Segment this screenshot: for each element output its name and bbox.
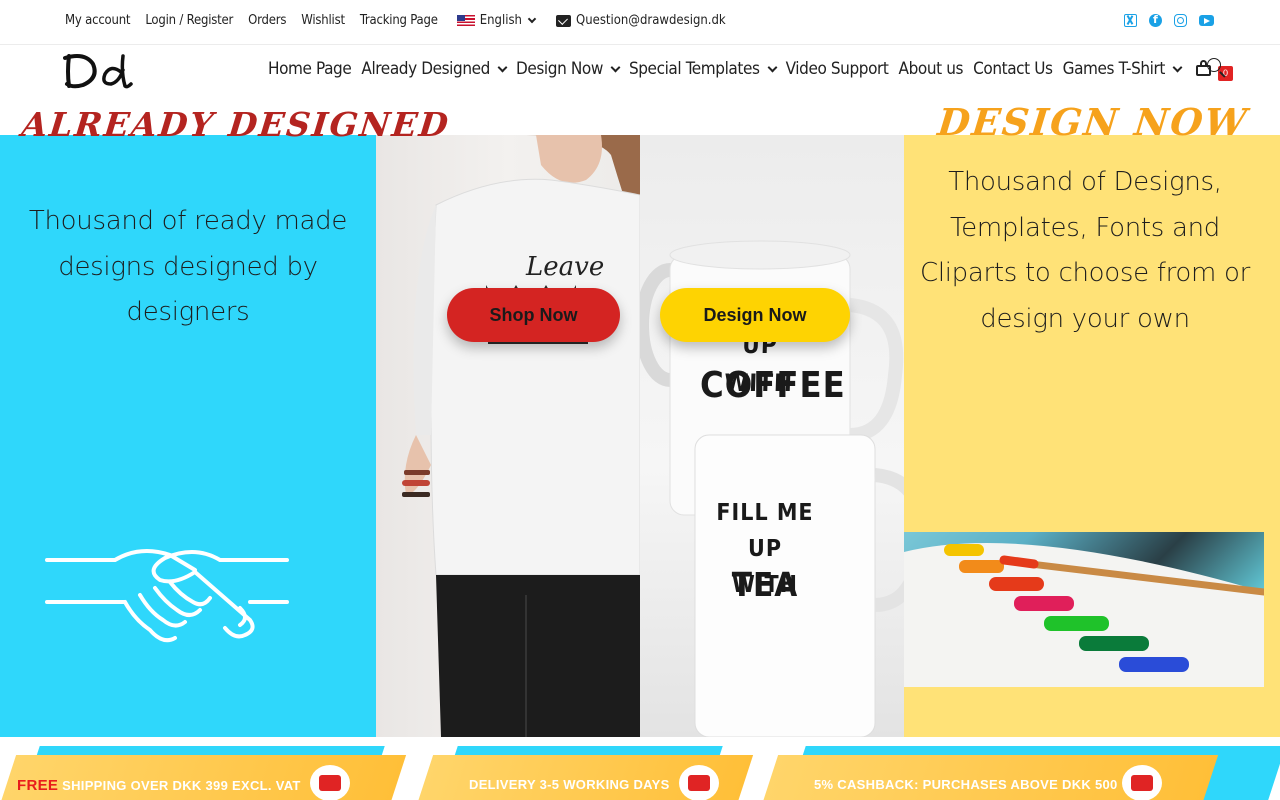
nav-video-support[interactable]: Video Support xyxy=(786,59,889,79)
facebook-icon[interactable] xyxy=(1149,13,1162,27)
delivery-truck-icon xyxy=(310,765,350,800)
language-label: English xyxy=(479,13,522,28)
mug-bottom-line-1: FILL ME UP xyxy=(716,500,814,562)
nav-about-us[interactable]: About us xyxy=(899,59,964,79)
nav-contact-us[interactable]: Contact Us xyxy=(973,59,1053,79)
envelope-icon xyxy=(556,14,571,27)
top-links: My account Login / Register Orders Wishl… xyxy=(65,13,537,28)
shipping-label: SHIPPING OVER DKK 399 EXCL. VAT xyxy=(62,778,301,793)
nav-label: Special Templates xyxy=(628,59,760,79)
chevron-down-icon xyxy=(497,62,508,72)
promo-banner: FREE SHIPPING OVER DKK 399 EXCL. VAT DEL… xyxy=(0,737,1280,800)
nav-special-templates[interactable]: Special Templates xyxy=(628,59,778,79)
mug-illustration xyxy=(640,240,904,737)
instagram-icon[interactable] xyxy=(1174,14,1187,27)
search-button[interactable] xyxy=(1207,58,1227,78)
tshirt-model-image: Leave TAKE THE TRAIL xyxy=(376,135,640,737)
chevron-down-icon xyxy=(1172,62,1183,72)
nav-label: Already Designed xyxy=(361,59,490,79)
design-now-heading: Design Now xyxy=(935,100,1251,144)
tshirt-illustration: Leave TAKE THE TRAIL xyxy=(402,135,640,737)
us-flag-icon xyxy=(456,15,475,26)
cashback-promo-text: 5% CASHBACK: PURCHASES ABOVE DKK 500 xyxy=(814,777,1118,792)
shop-now-button[interactable]: Shop Now xyxy=(447,288,620,342)
nav-home-page[interactable]: Home Page xyxy=(268,59,352,79)
search-icon-handle xyxy=(1219,71,1226,78)
free-label: FREE xyxy=(17,777,59,794)
nav-label: Video Support xyxy=(785,59,889,79)
chevron-down-icon xyxy=(767,62,778,72)
paint-palette-image xyxy=(904,532,1264,687)
chevron-down-icon xyxy=(527,14,537,23)
handshake-icon xyxy=(45,549,289,643)
login-register-link[interactable]: Login / Register xyxy=(145,13,233,28)
svg-text:Leave: Leave xyxy=(525,252,604,282)
language-selector[interactable]: English xyxy=(456,13,537,28)
my-account-link[interactable]: My account xyxy=(65,13,131,28)
email-contact[interactable]: Question@drawdesign.dk xyxy=(556,13,726,28)
x-icon[interactable] xyxy=(1124,14,1137,27)
mug-top-line-3: COFFEE xyxy=(700,365,846,406)
gift-icon xyxy=(1122,765,1162,800)
mug-bottom-line-3: TEA xyxy=(731,565,799,604)
delivery-people-icon xyxy=(679,765,719,800)
nav-design-now[interactable]: Design Now xyxy=(515,59,621,79)
nav-games-tshirt[interactable]: Games T-Shirt xyxy=(1062,59,1183,79)
search-icon xyxy=(1207,58,1221,72)
chevron-down-icon xyxy=(610,62,621,72)
nav-label: About us xyxy=(898,59,964,79)
nav-label: Design Now xyxy=(515,59,603,79)
orders-link[interactable]: Orders xyxy=(248,13,286,28)
email-address: Question@drawdesign.dk xyxy=(576,13,726,28)
already-designed-description: Thousand of ready made designs designed … xyxy=(28,206,348,327)
mugs-image xyxy=(640,135,904,737)
design-now-button[interactable]: Design Now xyxy=(660,288,850,342)
palette-illustration xyxy=(904,543,1264,687)
already-designed-heading: Already Designed xyxy=(19,105,452,144)
nav-label: Contact Us xyxy=(973,59,1053,79)
delivery-promo-text: DELIVERY 3-5 WORKING DAYS xyxy=(469,777,670,792)
youtube-icon[interactable] xyxy=(1199,15,1214,26)
social-links xyxy=(1124,13,1214,27)
shipping-promo-text: FREE SHIPPING OVER DKK 399 EXCL. VAT xyxy=(17,777,301,794)
main-nav: Home Page Already Designed Design Now Sp… xyxy=(268,59,1234,81)
tracking-page-link[interactable]: Tracking Page xyxy=(360,13,438,28)
nav-label: Games T-Shirt xyxy=(1062,59,1166,79)
nav-label: Home Page xyxy=(268,59,352,79)
wishlist-link[interactable]: Wishlist xyxy=(301,13,345,28)
design-now-description: Thousand of Designs, Templates, Fonts an… xyxy=(919,167,1251,334)
top-bar: My account Login / Register Orders Wishl… xyxy=(0,0,1280,45)
nav-already-designed[interactable]: Already Designed xyxy=(361,59,508,79)
site-logo[interactable] xyxy=(63,50,133,90)
